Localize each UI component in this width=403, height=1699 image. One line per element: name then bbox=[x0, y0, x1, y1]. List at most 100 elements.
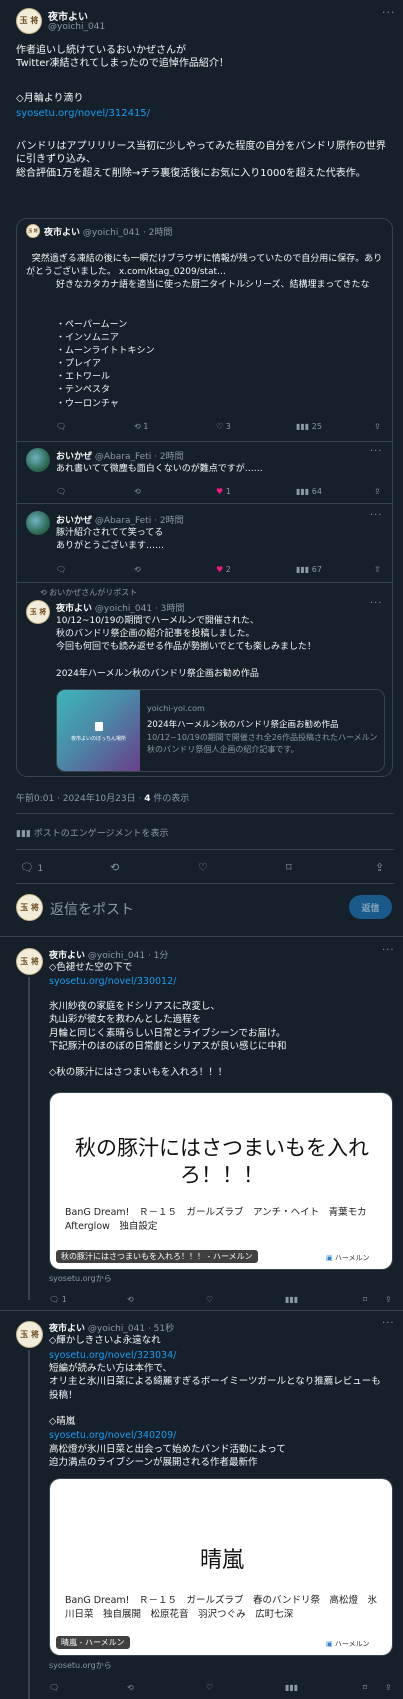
thread-handle[interactable]: @yoichi_041 bbox=[88, 951, 145, 961]
thread-header: 夜市よい @yoichi_041 · 1分 bbox=[49, 948, 168, 961]
retweet-icon[interactable]: ⟲ bbox=[134, 487, 141, 496]
novel-card-title: 晴嵐 bbox=[199, 1548, 244, 1573]
more-options-icon[interactable]: ··· bbox=[370, 598, 383, 609]
quote-handle[interactable]: @yoichi_041 bbox=[83, 228, 140, 238]
thread-text-2: 高松燈が氷川日菜と出会って始めたバンド活動によって 迫力満点のライブシーンが展開… bbox=[49, 1444, 286, 1469]
thread-avatar[interactable]: 玉 将 bbox=[16, 948, 43, 975]
card-source[interactable]: syosetu.orgから bbox=[49, 1660, 112, 1671]
thread-name[interactable]: 夜市よい bbox=[49, 1324, 85, 1334]
quote-time[interactable]: · 2時間 bbox=[143, 228, 172, 238]
retweet-count: 1 bbox=[143, 421, 149, 431]
reply-submit-button[interactable]: 返信 bbox=[349, 895, 392, 919]
views-icon[interactable]: ▮▮▮ bbox=[285, 1295, 298, 1304]
reply-time[interactable]: · 2時間 bbox=[154, 516, 183, 526]
bookmark-icon[interactable]: ⌑ bbox=[363, 1295, 367, 1304]
thread-name[interactable]: 夜市よい bbox=[49, 951, 85, 961]
reply-name[interactable]: おいかぜ bbox=[56, 452, 92, 462]
repost-avatar[interactable]: 玉 将 bbox=[26, 600, 50, 624]
views-button[interactable]: ▮▮▮ 67 bbox=[296, 565, 322, 574]
reply-handle[interactable]: @Abara_Feti bbox=[95, 452, 151, 462]
reply-icon[interactable]: 🗨 bbox=[56, 565, 66, 574]
more-options-icon[interactable]: ··· bbox=[370, 510, 383, 521]
thread-link-2[interactable]: syosetu.org/novel/340209/ bbox=[49, 1429, 176, 1442]
reply-icon[interactable]: 🗨 bbox=[56, 487, 66, 496]
thread-handle[interactable]: @yoichi_041 bbox=[88, 1324, 145, 1334]
like-count: 1 bbox=[225, 486, 231, 496]
quote-list: ・ペーパームーン ・インソムニア ・ムーンライトトキシン ・プレイア ・エトワー… bbox=[56, 319, 155, 411]
like-icon[interactable]: ♡ bbox=[206, 1683, 213, 1692]
thread-time[interactable]: · 51秒 bbox=[148, 1324, 174, 1334]
thread-actions: 🗨 1 ⟲ ♡ ▮▮▮ ⌑ ⇪ bbox=[49, 1293, 394, 1305]
reply-avatar[interactable] bbox=[26, 511, 50, 535]
share-icon[interactable]: ⇪ bbox=[385, 1295, 392, 1304]
like-button[interactable]: ♥ 1 bbox=[216, 487, 231, 496]
reply-icon[interactable]: 🗨 bbox=[56, 422, 66, 431]
repost-name[interactable]: 夜市よい bbox=[56, 604, 92, 614]
link-card[interactable]: 夜市よいのぼっちん場所 yoichi-yoi.com 2024年ハーメルン秋のバ… bbox=[56, 689, 385, 772]
reply-button[interactable]: 🗨 1 bbox=[49, 1295, 67, 1304]
reply-time[interactable]: · 2時間 bbox=[154, 452, 183, 462]
thread-actions: 🗨 ⟲ ♡ ▮▮▮ ⌑ ⇪ bbox=[49, 1681, 394, 1693]
repost-label[interactable]: ⟲ おいかぜさんがリポスト bbox=[40, 587, 137, 598]
thread-line bbox=[28, 977, 30, 1300]
quote-list-intro: 好きなカタカナ語を適当に使った厨二タイトルシリーズ、結構埋まってきたな bbox=[56, 280, 370, 290]
like-icon[interactable]: ♡ bbox=[206, 1295, 213, 1304]
like-count: 2 bbox=[225, 564, 231, 574]
views-count: 25 bbox=[311, 421, 322, 431]
novel-card-site: ▣ ハーメルン bbox=[326, 1639, 369, 1649]
retweet-icon[interactable]: ⟲ bbox=[134, 565, 141, 574]
retweet-icon[interactable]: ⟲ bbox=[110, 861, 119, 874]
share-icon[interactable]: ⇪ bbox=[374, 487, 381, 496]
more-options-icon[interactable]: ··· bbox=[382, 1318, 395, 1329]
thread-avatar[interactable]: 玉 将 bbox=[16, 1321, 43, 1348]
bookmark-icon[interactable]: ⌑ bbox=[363, 1683, 367, 1692]
more-options-icon[interactable]: ··· bbox=[370, 446, 383, 457]
reply-button[interactable]: 🗨 1 bbox=[20, 861, 43, 874]
more-options-icon[interactable]: ··· bbox=[382, 945, 395, 956]
views-button[interactable]: ▮▮▮ 25 bbox=[296, 422, 322, 431]
repost-handle[interactable]: @yoichi_041 bbox=[95, 604, 152, 614]
quote-name[interactable]: 夜市よい bbox=[44, 228, 80, 238]
reply-text: あれ書いてて微塵も面白くないのが難点ですが…… bbox=[56, 464, 263, 474]
author-avatar[interactable]: 玉 将 bbox=[16, 8, 42, 34]
card-source[interactable]: syosetu.orgから bbox=[49, 1273, 112, 1284]
like-icon[interactable]: ♡ bbox=[198, 861, 208, 874]
reply-avatar[interactable] bbox=[26, 448, 50, 472]
like-button[interactable]: ♥ 2 bbox=[216, 565, 231, 574]
post-link-1[interactable]: syosetu.org/novel/312415/ bbox=[16, 107, 150, 120]
divider bbox=[16, 849, 394, 850]
thread-link[interactable]: syosetu.org/novel/323034/ bbox=[49, 1349, 176, 1362]
quote-avatar[interactable]: 玉 将 bbox=[26, 224, 40, 238]
views-button[interactable]: ▮▮▮ 64 bbox=[296, 487, 322, 496]
like-button[interactable]: ♡ 3 bbox=[216, 422, 231, 431]
reply-name[interactable]: おいかぜ bbox=[56, 516, 92, 526]
repost-text: 10/12~10/19の期間でハーメルンで開催された、 秋のバンドリ祭企画の紹介… bbox=[56, 616, 317, 679]
thread-link[interactable]: syosetu.org/novel/330012/ bbox=[49, 975, 176, 988]
views-label: 件の表示 bbox=[150, 794, 190, 804]
thread-line bbox=[28, 1350, 30, 1699]
thread-time[interactable]: · 1分 bbox=[148, 951, 168, 961]
retweet-icon[interactable]: ⟲ bbox=[127, 1295, 134, 1304]
quote-link[interactable]: x.com/ktag_0209/stat… bbox=[119, 267, 226, 277]
bookmark-icon[interactable]: ⌑ bbox=[286, 861, 292, 874]
list-item: ・ペーパームーン bbox=[56, 320, 128, 330]
reply-handle[interactable]: @Abara_Feti bbox=[95, 516, 151, 526]
retweet-button[interactable]: ⟲ 1 bbox=[134, 422, 148, 431]
more-options-icon[interactable]: ··· bbox=[382, 6, 396, 19]
author-handle[interactable]: @yoichi_041 bbox=[48, 22, 105, 32]
novel-card[interactable]: 晴嵐 BanG Dream! Ｒ－１５ ガールズラブ 春のバンドリ祭 高松燈 氷… bbox=[49, 1478, 393, 1656]
author-name[interactable]: 夜市よい bbox=[48, 8, 88, 23]
quote-actions: 🗨 ⟲ 1 ♡ 3 ▮▮▮ 25 ⇪ bbox=[56, 420, 386, 432]
share-icon[interactable]: ⇪ bbox=[374, 422, 381, 431]
repost-time[interactable]: · 3時間 bbox=[155, 604, 184, 614]
share-icon[interactable]: ⇪ bbox=[385, 1683, 392, 1692]
reply-input[interactable]: 返信をポスト bbox=[50, 899, 134, 919]
reply-icon[interactable]: 🗨 bbox=[49, 1683, 59, 1692]
share-icon[interactable]: ⇪ bbox=[374, 565, 381, 574]
novel-card[interactable]: 秋の豚汁にはさつまいもを入れろ！！！ BanG Dream! Ｒ－１５ ガールズ… bbox=[49, 1092, 393, 1270]
retweet-icon[interactable]: ⟲ bbox=[127, 1683, 134, 1692]
timestamp-text[interactable]: 午前0:01 · 2024年10月23日 · bbox=[16, 794, 144, 804]
share-icon[interactable]: ⇪ bbox=[375, 861, 384, 874]
views-icon[interactable]: ▮▮▮ bbox=[285, 1683, 298, 1692]
engagement-link[interactable]: ▮▮▮ ポストのエンゲージメントを表示 bbox=[16, 826, 169, 839]
